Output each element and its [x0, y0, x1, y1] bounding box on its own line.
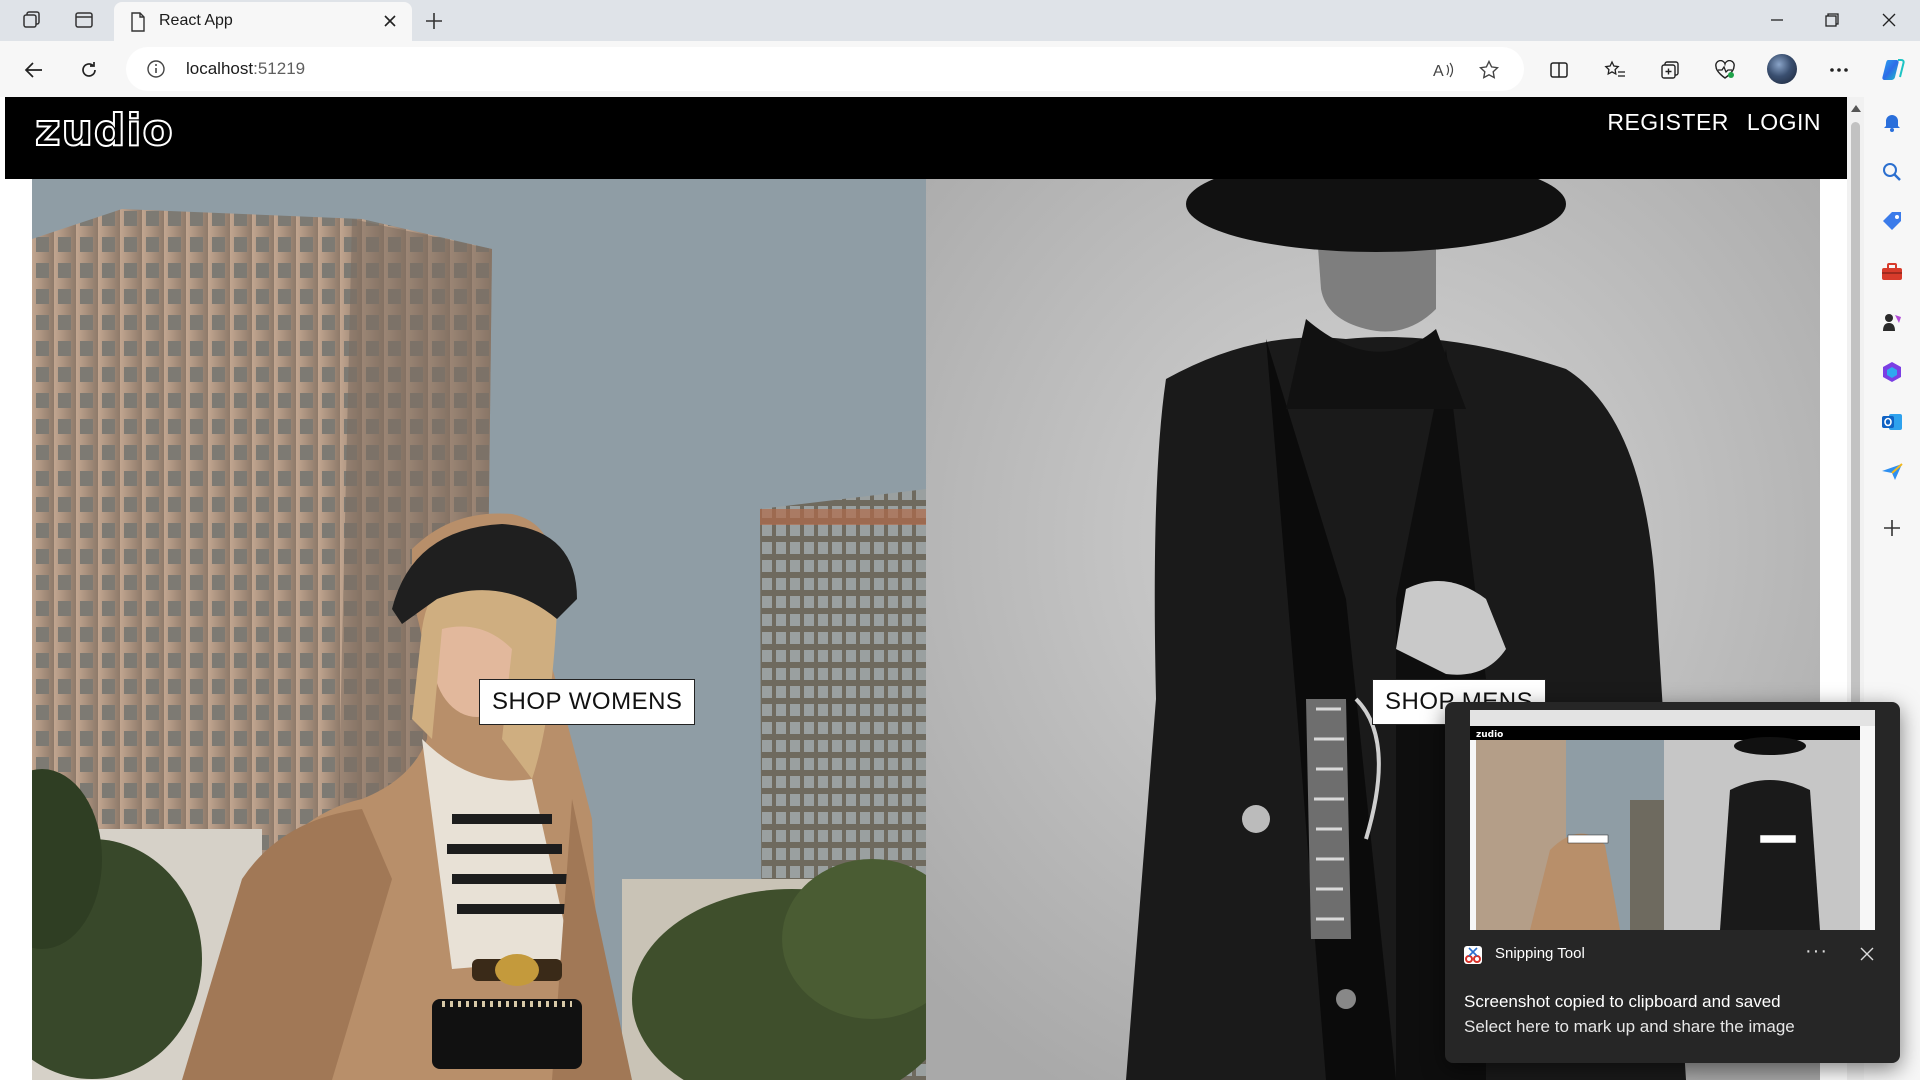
favorite-star-icon[interactable]	[1476, 57, 1502, 83]
notification-subtitle: Select here to mark up and share the ima…	[1464, 1017, 1795, 1036]
snipping-tool-notification[interactable]: zudio Snipping Tool ··· Screenshot copie…	[1445, 702, 1900, 1063]
new-tab-icon[interactable]	[420, 7, 448, 35]
tab-strip: React App	[0, 0, 1920, 41]
svg-text:A: A	[1433, 63, 1444, 80]
tools-icon[interactable]	[1879, 259, 1905, 285]
copilot-icon[interactable]	[1878, 55, 1908, 85]
women-hero-image	[32, 179, 926, 1080]
browser-essentials-icon[interactable]	[1710, 55, 1740, 85]
header-nav: REGISTER LOGIN	[1607, 109, 1821, 136]
tab-title: React App	[159, 12, 233, 29]
workspaces-icon[interactable]	[18, 8, 46, 32]
browser-toolbar: localhost:51219 A	[0, 41, 1920, 97]
send-icon[interactable]	[1879, 459, 1905, 485]
close-tab-icon[interactable]	[378, 9, 402, 33]
profile-avatar[interactable]	[1767, 54, 1797, 84]
address-bar[interactable]: localhost:51219 A	[126, 47, 1524, 91]
login-link[interactable]: LOGIN	[1747, 109, 1821, 136]
read-aloud-icon[interactable]: A	[1430, 57, 1456, 83]
register-link[interactable]: REGISTER	[1607, 109, 1729, 136]
close-window-icon[interactable]	[1866, 5, 1912, 35]
refresh-icon[interactable]	[74, 55, 104, 85]
back-icon[interactable]	[19, 55, 49, 85]
page-icon	[130, 12, 146, 37]
more-menu-icon[interactable]	[1824, 55, 1854, 85]
notifications-icon[interactable]	[1879, 109, 1905, 135]
url-text[interactable]: localhost:51219	[186, 59, 305, 79]
tab-react-app[interactable]: React App	[114, 2, 412, 41]
outlook-icon[interactable]	[1879, 409, 1905, 435]
minimize-icon[interactable]	[1754, 5, 1800, 35]
screenshot-preview[interactable]: zudio	[1470, 710, 1875, 930]
zudio-logo[interactable]: zudio	[34, 104, 174, 157]
notification-app-name: Snipping Tool	[1495, 945, 1585, 962]
notification-more-icon[interactable]: ···	[1805, 940, 1828, 963]
games-icon[interactable]	[1879, 309, 1905, 335]
site-header: zudio REGISTER LOGIN	[5, 97, 1847, 179]
favorites-icon[interactable]	[1600, 55, 1630, 85]
notification-close-icon[interactable]	[1857, 944, 1877, 964]
women-hero[interactable]: SHOP WOMENS	[32, 179, 926, 1080]
svg-text:zudio: zudio	[1476, 730, 1503, 740]
restore-icon[interactable]	[1809, 5, 1855, 35]
collections-icon[interactable]	[1655, 55, 1685, 85]
shop-womens-button[interactable]: SHOP WOMENS	[479, 679, 696, 725]
notification-title: Screenshot copied to clipboard and saved	[1464, 992, 1781, 1011]
split-screen-icon[interactable]	[1544, 55, 1574, 85]
site-info-icon[interactable]	[146, 59, 166, 84]
add-sidebar-app-icon[interactable]	[1879, 515, 1905, 541]
search-icon[interactable]	[1879, 159, 1905, 185]
shopping-tag-icon[interactable]	[1879, 209, 1905, 235]
tab-actions-icon[interactable]	[70, 8, 98, 32]
snipping-tool-icon	[1463, 945, 1483, 965]
scroll-up-icon[interactable]	[1851, 105, 1861, 112]
microsoft-365-icon[interactable]	[1879, 359, 1905, 385]
